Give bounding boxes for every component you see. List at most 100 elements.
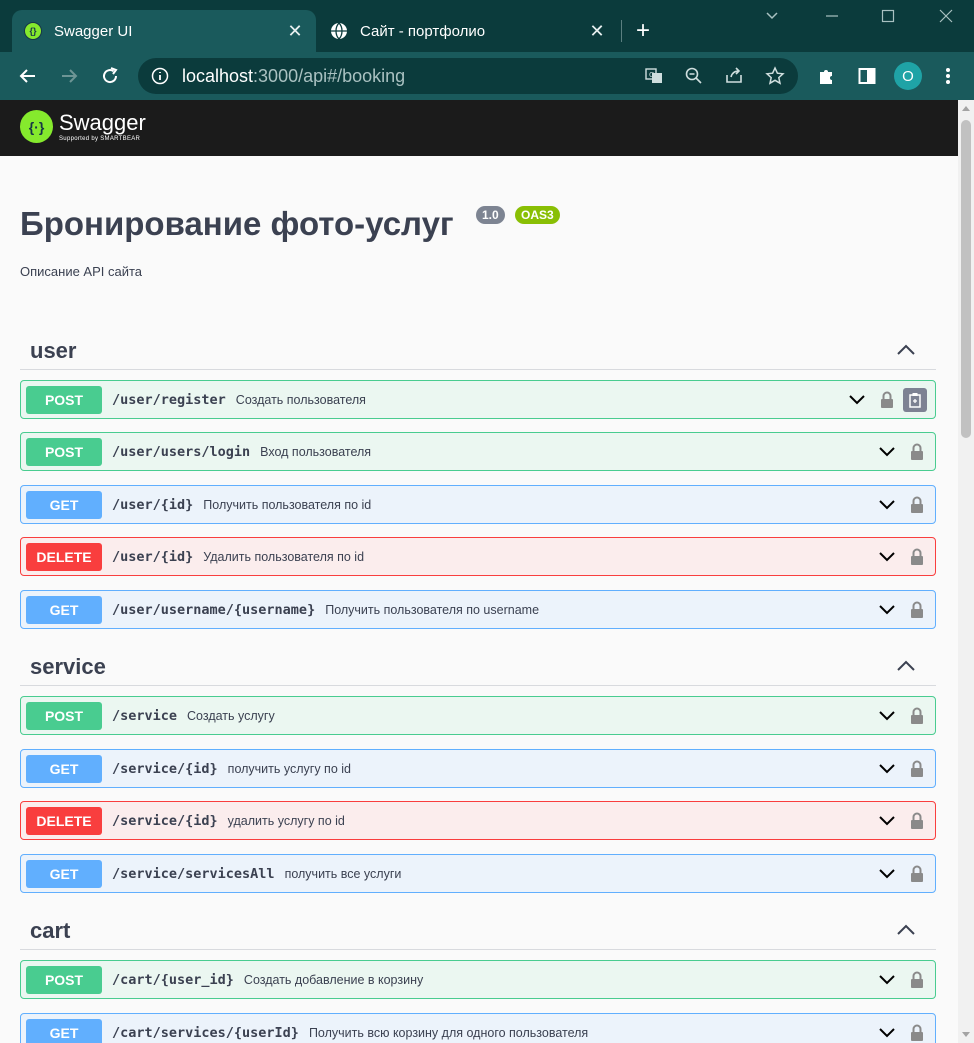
operation-row[interactable]: DELETE /user/{id} Удалить пользователя п… [20, 537, 936, 576]
lock-icon[interactable] [907, 598, 927, 622]
bookmark-star-icon[interactable] [763, 64, 787, 88]
svg-text:G: G [649, 71, 654, 79]
lock-icon[interactable] [907, 440, 927, 464]
reload-icon[interactable] [98, 64, 122, 88]
tag-header-user[interactable]: user [20, 330, 936, 370]
lock-icon[interactable] [877, 388, 897, 412]
lock-icon[interactable] [907, 1021, 927, 1043]
method-badge: GET [26, 859, 102, 888]
operation-summary: Получить всю корзину для одного пользова… [308, 1025, 589, 1040]
operation-summary: Создать услугу [187, 708, 275, 723]
maximize-icon[interactable] [880, 8, 896, 29]
scroll-down-arrow-icon[interactable] [962, 1032, 970, 1037]
browser-menu-icon[interactable] [936, 64, 960, 88]
close-tab-icon[interactable]: ✕ [588, 21, 606, 42]
operation-row[interactable]: GET /cart/services/{userId} Получить всю… [20, 1013, 936, 1043]
operation-row[interactable]: POST /user/users/login Вход пользователя [20, 432, 936, 471]
chevron-down-icon[interactable] [875, 440, 899, 464]
oas-badge: OAS3 [515, 206, 560, 224]
operation-path: /service/{id} [112, 760, 218, 777]
back-arrow-icon[interactable] [16, 64, 40, 88]
operation-summary: получить все услуги [284, 866, 402, 881]
operation-row[interactable]: GET /user/username/{username} Получить п… [20, 590, 936, 629]
lock-icon[interactable] [907, 862, 927, 886]
lock-icon[interactable] [907, 757, 927, 781]
chevron-down-icon[interactable] [845, 388, 869, 412]
lock-icon[interactable] [907, 704, 927, 728]
operation-summary: Создать добавление в корзину [243, 972, 424, 987]
share-icon[interactable] [722, 64, 746, 88]
operation-row[interactable]: GET /service/servicesAll получить все ус… [20, 854, 936, 893]
lock-icon[interactable] [907, 545, 927, 569]
method-badge: DELETE [26, 806, 102, 835]
operation-summary: Удалить пользователя по id [203, 549, 365, 564]
globe-icon [331, 22, 347, 40]
operation-path: /cart/{user_id} [112, 971, 234, 988]
operation-row[interactable]: POST /user/register Создать пользователя [20, 380, 936, 419]
site-info-icon[interactable] [148, 64, 172, 88]
swagger-favicon-icon: {} [24, 22, 42, 40]
profile-avatar[interactable]: O [894, 62, 922, 90]
chevron-down-icon[interactable] [875, 968, 899, 992]
side-panel-icon[interactable] [855, 64, 879, 88]
tag-name: cart [30, 918, 71, 943]
browser-toolbar: localhost:3000/api#/booking G O [0, 52, 974, 100]
close-window-icon[interactable] [938, 8, 954, 29]
chevron-down-icon[interactable] [875, 704, 899, 728]
operation-summary: получить услугу по id [227, 761, 351, 776]
operation-row[interactable]: GET /user/{id} Получить пользователя по … [20, 485, 936, 524]
tag-name: user [30, 338, 77, 363]
operation-row[interactable]: POST /cart/{user_id} Создать добавление … [20, 960, 936, 999]
method-badge: POST [26, 701, 102, 730]
chevron-up-icon[interactable] [896, 658, 916, 672]
chevron-up-icon[interactable] [896, 342, 916, 356]
operation-summary: Получить пользователя по username [325, 602, 540, 617]
lock-icon[interactable] [907, 809, 927, 833]
chevron-down-icon[interactable] [875, 493, 899, 517]
browser-tab-strip: {} Swagger UI ✕ Сайт - портфолио ✕ + [0, 0, 974, 52]
swagger-logo-name: Swagger [59, 109, 146, 135]
page-scrollbar[interactable] [958, 100, 974, 1043]
swagger-topbar: {·} Swagger Supported by SMARTBEAR [0, 100, 958, 156]
tab-swagger-ui[interactable]: {} Swagger UI ✕ [12, 10, 316, 52]
swagger-logo[interactable]: {·} Swagger Supported by SMARTBEAR [20, 110, 146, 143]
method-badge: GET [26, 595, 102, 624]
tag-header-service[interactable]: service [20, 646, 936, 686]
zoom-icon[interactable] [682, 64, 706, 88]
chevron-down-icon[interactable] [875, 809, 899, 833]
method-badge: GET [26, 1018, 102, 1043]
address-bar[interactable]: localhost:3000/api#/booking G [138, 58, 798, 94]
translate-icon[interactable]: G [642, 64, 666, 88]
chevron-up-icon[interactable] [896, 922, 916, 936]
operation-path: /cart/services/{userId} [112, 1024, 299, 1041]
tab-portfolio[interactable]: Сайт - портфолио ✕ [318, 10, 618, 52]
api-description: Описание API сайта [20, 264, 143, 279]
chevron-down-icon[interactable] [875, 862, 899, 886]
chevron-down-icon[interactable] [875, 545, 899, 569]
scroll-up-arrow-icon[interactable] [962, 106, 970, 111]
new-tab-plus-icon[interactable]: + [636, 18, 650, 44]
lock-icon[interactable] [907, 493, 927, 517]
operation-path: /user/{id} [112, 496, 194, 513]
operation-row[interactable]: GET /service/{id} получить услугу по id [20, 749, 936, 788]
tab-search-chevron-icon[interactable] [764, 8, 780, 29]
chevron-down-icon[interactable] [875, 1021, 899, 1043]
lock-icon[interactable] [907, 968, 927, 992]
operation-path: /user/users/login [112, 443, 251, 460]
chevron-down-icon[interactable] [875, 598, 899, 622]
extensions-puzzle-icon[interactable] [814, 64, 838, 88]
operation-summary: Вход пользователя [260, 444, 372, 459]
forward-arrow-icon[interactable] [57, 64, 81, 88]
close-tab-icon[interactable]: ✕ [286, 21, 304, 42]
method-badge: GET [26, 754, 102, 783]
operation-row[interactable]: POST /service Создать услугу [20, 696, 936, 735]
method-badge: GET [26, 490, 102, 519]
version-badge: 1.0 [476, 206, 505, 224]
operation-path: /user/register [112, 391, 226, 408]
operation-row[interactable]: DELETE /service/{id} удалить услугу по i… [20, 801, 936, 840]
chevron-down-icon[interactable] [875, 757, 899, 781]
tag-header-cart[interactable]: cart [20, 910, 936, 950]
minimize-icon[interactable] [824, 8, 840, 29]
scrollbar-thumb[interactable] [961, 120, 971, 438]
copy-clipboard-icon[interactable] [903, 388, 927, 412]
